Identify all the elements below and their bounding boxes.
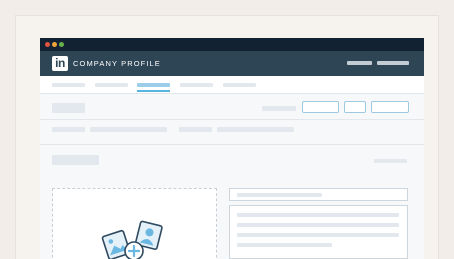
close-dot-icon[interactable]	[45, 42, 50, 47]
subnav-link-placeholder[interactable]	[90, 127, 167, 132]
outline-button[interactable]	[371, 101, 409, 113]
active-tab-indicator	[137, 90, 170, 92]
tab-placeholder[interactable]	[180, 83, 213, 87]
input-field[interactable]	[229, 188, 408, 201]
outline-button[interactable]	[344, 101, 366, 113]
action-label-placeholder	[262, 106, 296, 111]
header-link-placeholder[interactable]	[377, 61, 409, 65]
plus-icon[interactable]	[124, 241, 144, 259]
text-line-placeholder	[237, 213, 399, 217]
divider	[40, 144, 424, 145]
header-link-placeholder[interactable]	[347, 61, 372, 65]
logo-upload-dropzone[interactable]	[52, 188, 217, 259]
textarea-field[interactable]	[229, 205, 408, 259]
card-link-placeholder[interactable]	[374, 159, 407, 163]
subnav-link-placeholder[interactable]	[52, 127, 85, 132]
tab-placeholder-active[interactable]	[137, 83, 170, 87]
app-header: in COMPANY PROFILE	[40, 51, 424, 76]
text-line-placeholder	[237, 233, 399, 237]
text-line-placeholder	[237, 243, 332, 247]
tab-bar	[40, 76, 424, 94]
outline-button[interactable]	[302, 101, 339, 113]
browser-window: in COMPANY PROFILE	[40, 38, 424, 259]
subnav-link-placeholder[interactable]	[179, 127, 212, 132]
minimize-dot-icon[interactable]	[52, 42, 57, 47]
section-heading-placeholder	[52, 103, 85, 113]
card-title-placeholder	[52, 155, 99, 165]
page-title: COMPANY PROFILE	[73, 59, 161, 68]
text-line-placeholder	[237, 223, 399, 227]
maximize-dot-icon[interactable]	[59, 42, 64, 47]
tab-placeholder[interactable]	[223, 83, 256, 87]
linkedin-logo: in	[52, 56, 68, 71]
tab-placeholder[interactable]	[52, 83, 85, 87]
subnav-link-placeholder[interactable]	[217, 127, 294, 132]
window-titlebar	[40, 38, 424, 51]
divider	[40, 119, 424, 120]
input-placeholder	[237, 193, 322, 197]
tab-placeholder[interactable]	[95, 83, 128, 87]
